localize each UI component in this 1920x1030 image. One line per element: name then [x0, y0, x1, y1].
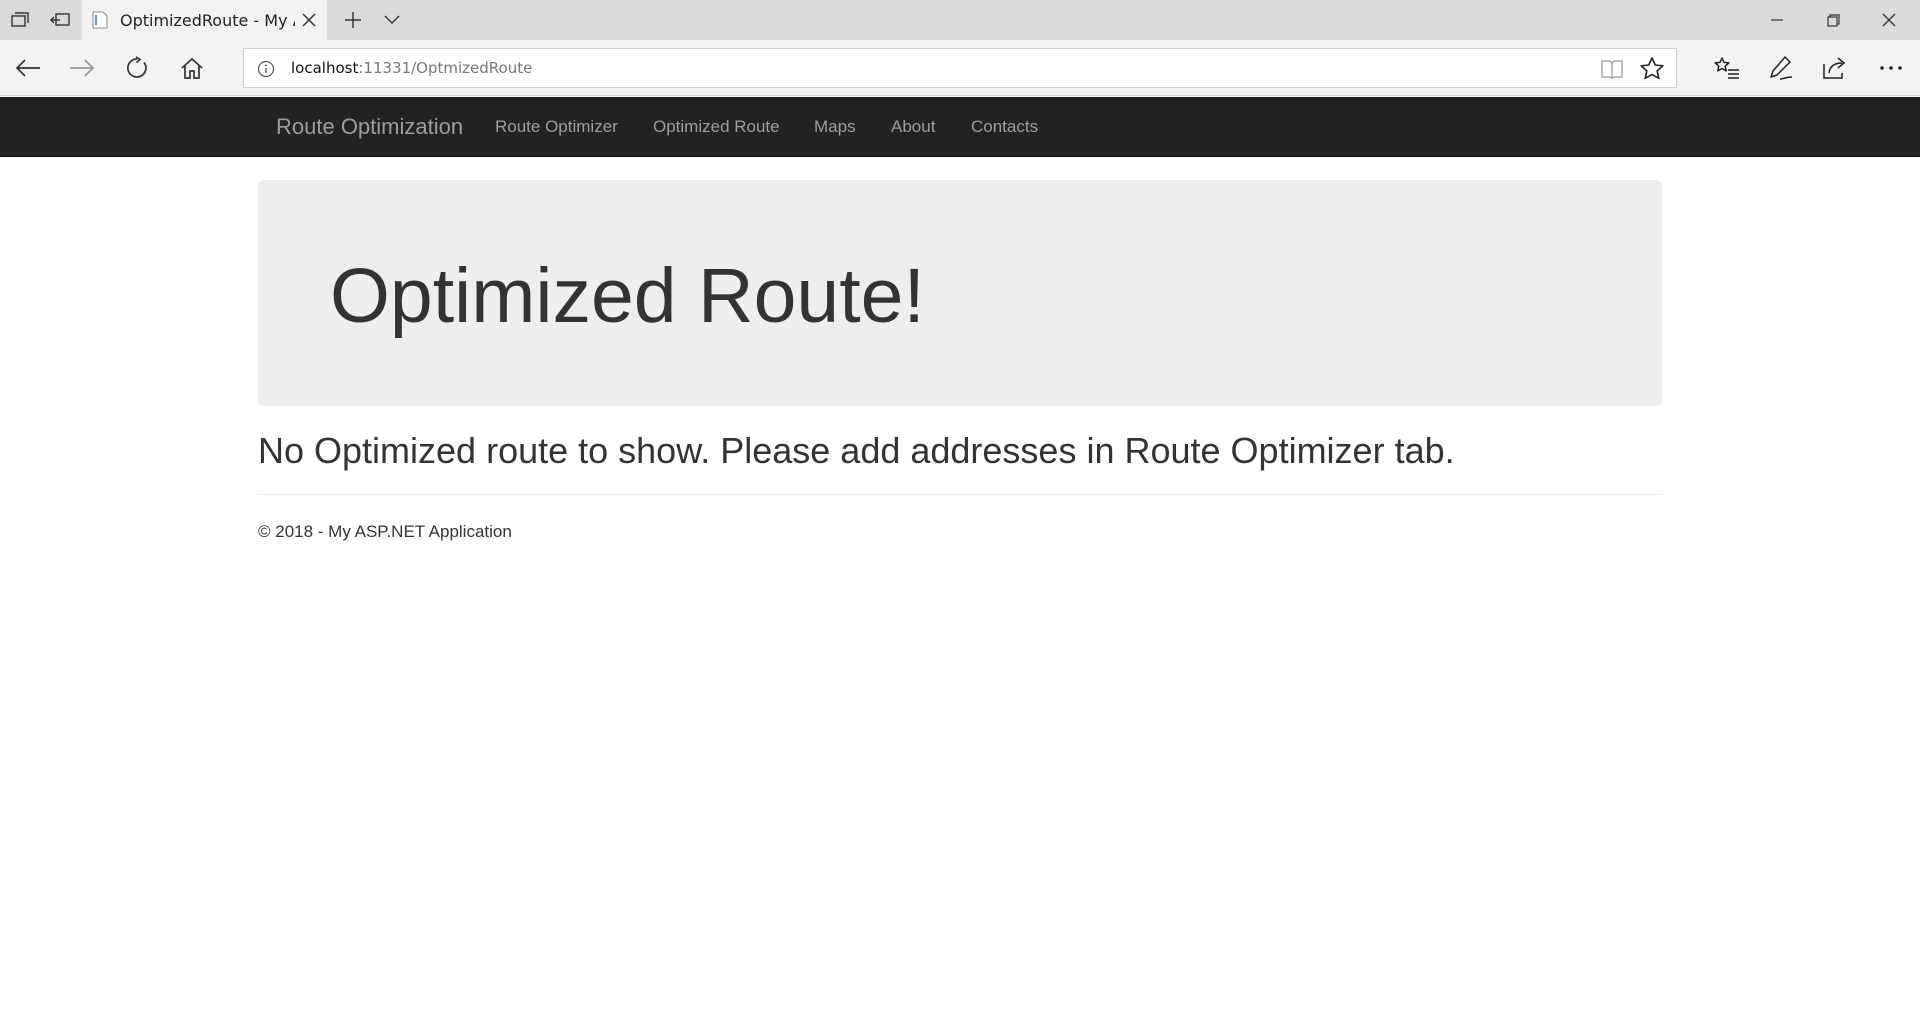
nav-link-optimized-route[interactable]: Optimized Route — [653, 117, 780, 137]
forward-arrow-icon[interactable] — [60, 46, 104, 90]
footer-divider — [258, 494, 1662, 495]
tab-list-chevron-down-icon[interactable] — [368, 0, 416, 40]
tab-title: OptimizedRoute - My A — [120, 10, 295, 30]
page-favicon-icon — [92, 11, 108, 29]
reading-view-icon[interactable] — [1600, 57, 1624, 81]
refresh-icon[interactable] — [115, 46, 159, 90]
back-arrow-icon[interactable] — [6, 46, 50, 90]
active-tab[interactable]: OptimizedRoute - My A — [82, 0, 327, 40]
nav-link-contacts[interactable]: Contacts — [971, 117, 1038, 137]
favorite-star-icon[interactable] — [1639, 56, 1665, 82]
url-text[interactable]: localhost:11331/OptmizedRoute — [291, 59, 532, 77]
web-note-pen-icon[interactable] — [1757, 46, 1805, 90]
nav-link-about[interactable]: About — [891, 117, 935, 137]
tab-actions-icon[interactable] — [0, 0, 40, 40]
set-tabs-aside-icon[interactable] — [40, 0, 80, 40]
site-info-icon[interactable] — [257, 60, 275, 78]
address-bar[interactable]: localhost:11331/OptmizedRoute — [243, 48, 1677, 88]
browser-toolbar: localhost:11331/OptmizedRoute — [0, 40, 1920, 96]
nav-link-route-optimizer[interactable]: Route Optimizer — [495, 117, 618, 137]
share-icon[interactable] — [1811, 46, 1859, 90]
site-navbar: Route Optimization Route Optimizer Optim… — [0, 97, 1920, 157]
restore-icon[interactable] — [1805, 0, 1861, 40]
window-close-icon[interactable] — [1861, 0, 1917, 40]
more-options-icon[interactable] — [1867, 46, 1915, 90]
tab-close-icon[interactable] — [299, 10, 319, 30]
favorites-hub-icon[interactable] — [1703, 46, 1751, 90]
footer-copyright: © 2018 - My ASP.NET Application — [258, 522, 512, 541]
navbar-brand-link[interactable]: Route Optimization — [276, 114, 463, 140]
page-title: Optimized Route! — [330, 253, 925, 339]
jumbotron: Optimized Route! — [258, 180, 1662, 406]
home-icon[interactable] — [170, 46, 214, 90]
nav-link-maps[interactable]: Maps — [814, 117, 856, 137]
browser-tab-strip: OptimizedRoute - My A — [0, 0, 1920, 40]
minimize-icon[interactable] — [1749, 0, 1805, 40]
empty-route-message: No Optimized route to show. Please add a… — [258, 430, 1455, 471]
